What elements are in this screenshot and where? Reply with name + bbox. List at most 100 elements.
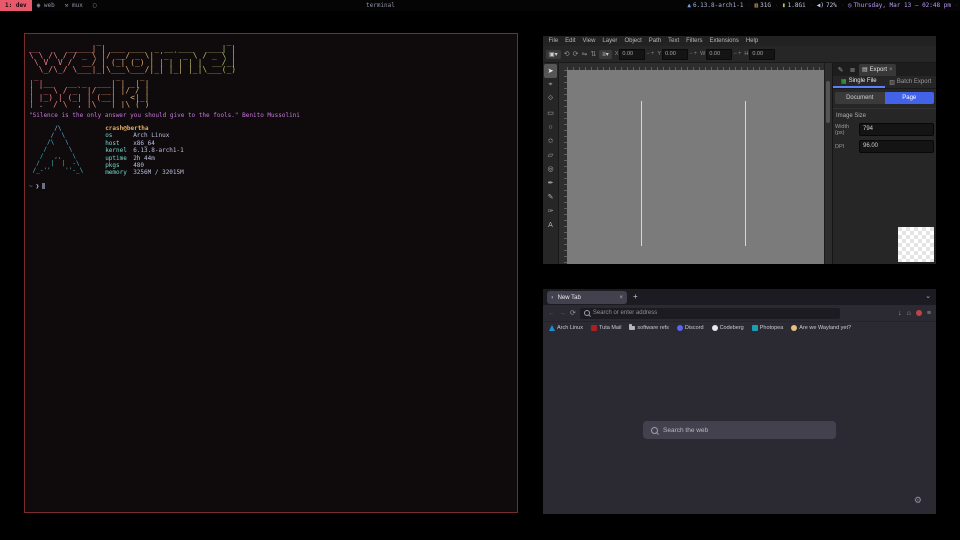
active-tab[interactable]: ◐ New Tab × <box>547 291 627 304</box>
export-dpi-input[interactable]: 96.00 <box>859 140 934 153</box>
menu-object[interactable]: Object <box>621 38 645 44</box>
spiral-tool-button[interactable]: ◎ <box>544 162 557 176</box>
rotate-cw-icon[interactable]: ⟳ <box>573 50 579 58</box>
bookmark-tuta-mail[interactable]: Tuta Mail <box>591 325 621 331</box>
export-tab-label: Export <box>870 67 887 73</box>
user-host: crash@bertha <box>105 125 184 132</box>
single-file-tab[interactable]: ▦ Single File <box>833 76 885 88</box>
text-tool-button[interactable]: A <box>544 218 557 232</box>
image-size-section-label: Image Size <box>833 108 936 121</box>
workspace-dev[interactable]: 1: dev <box>0 0 32 11</box>
volume-module[interactable]: ◀) 72% <box>817 2 837 9</box>
select-mode-dropdown[interactable]: ▣▾ <box>546 50 561 59</box>
ublock-extension-icon[interactable] <box>916 310 922 316</box>
home-button[interactable]: ⌂ <box>907 310 911 317</box>
separator: · <box>775 3 778 9</box>
kernel-module: ▲ 6.13.8-arch1-1 <box>687 2 743 9</box>
web-search-input[interactable]: Search the web <box>643 421 836 439</box>
search-icon <box>651 427 658 434</box>
plus-button[interactable]: + <box>651 51 655 57</box>
align-dropdown[interactable]: ≡▾ <box>599 50 612 59</box>
select-tool-button[interactable]: ➤ <box>544 64 557 78</box>
dpi-label: DPI <box>835 144 857 150</box>
bookmark-folder-software-refs[interactable]: software refs <box>629 325 668 331</box>
canvas-scrollbar[interactable] <box>824 63 832 264</box>
back-button[interactable]: ← <box>548 310 555 317</box>
pen-tool-button[interactable]: ✒ <box>544 176 557 190</box>
document-button[interactable]: Document <box>835 92 885 104</box>
edit-dialog-tab-icon[interactable]: ✎ <box>835 64 846 75</box>
shape-builder-tool-button[interactable]: ⟐ <box>544 92 557 106</box>
h-label: H <box>744 51 748 57</box>
page-button[interactable]: Page <box>885 92 935 104</box>
bookmark-photopea[interactable]: Photopea <box>752 325 784 331</box>
workspace-empty[interactable]: ▢ <box>88 0 102 11</box>
flip-horizontal-icon[interactable]: ⇋ <box>581 50 587 58</box>
fetch-label: memory <box>105 169 133 176</box>
menu-text[interactable]: Text <box>665 38 683 44</box>
export-dialog-tab[interactable]: ▤ Export × <box>859 64 896 76</box>
plus-button[interactable]: + <box>738 51 742 57</box>
menu-extensions[interactable]: Extensions <box>706 38 742 44</box>
batch-export-tab[interactable]: ▥ Batch Export <box>885 76 937 88</box>
minus-button[interactable]: − <box>733 51 737 57</box>
shell-prompt[interactable]: ~ ❯ <box>29 183 513 190</box>
terminal-window[interactable]: _ _ __ _____| | ___ ___ _ __ ___ ___| | … <box>24 33 518 513</box>
prompt-symbol: ❯ <box>36 183 40 190</box>
reload-button[interactable]: ⟳ <box>570 309 576 317</box>
bookmark-are-we-wayland-yet[interactable]: Are we Wayland yet? <box>791 325 851 331</box>
menu-view[interactable]: View <box>579 38 599 44</box>
new-tab-button[interactable]: + <box>633 292 638 301</box>
menu-layer[interactable]: Layer <box>599 38 621 44</box>
calligraphy-tool-button[interactable]: ✑ <box>544 204 557 218</box>
inkscape-canvas[interactable] <box>567 70 824 264</box>
h-input[interactable]: 0.00 <box>749 49 775 60</box>
workspace-web[interactable]: ◉ web <box>32 0 60 11</box>
new-tab-page: Search the web ⚙ <box>543 333 936 514</box>
plus-button[interactable]: + <box>694 51 698 57</box>
w-input[interactable]: 0.00 <box>706 49 732 60</box>
ellipse-tool-button[interactable]: ○ <box>544 120 557 134</box>
bookmark-discord[interactable]: Discord <box>677 325 704 331</box>
personalize-gear-icon[interactable]: ⚙ <box>914 495 922 506</box>
fetch-label: os <box>105 132 133 139</box>
page-border-left <box>641 101 642 246</box>
menu-edit[interactable]: Edit <box>562 38 579 44</box>
bookmark-arch-linux[interactable]: Arch Linux <box>549 325 583 331</box>
menu-hamburger-button[interactable]: ≡ <box>927 310 931 317</box>
rotate-ccw-icon[interactable]: ⟲ <box>564 50 570 58</box>
pencil-tool-button[interactable]: ✎ <box>544 190 557 204</box>
flip-vertical-icon[interactable]: ⇅ <box>590 50 596 58</box>
star-tool-button[interactable]: ✩ <box>544 134 557 148</box>
close-icon[interactable]: × <box>889 67 893 73</box>
quote-text: "Silence is the only answer you should g… <box>29 112 513 119</box>
x-input[interactable]: 0.00 <box>619 49 645 60</box>
menu-filters[interactable]: Filters <box>683 38 706 44</box>
y-input[interactable]: 0.00 <box>662 49 688 60</box>
layers-dialog-tab-icon[interactable]: ≣ <box>847 64 858 75</box>
node-tool-button[interactable]: ⌖ <box>544 78 557 92</box>
tab-close-icon[interactable]: × <box>619 295 623 301</box>
export-width-input[interactable]: 794 <box>859 123 934 136</box>
box3d-tool-button[interactable]: ▱ <box>544 148 557 162</box>
width-field: W 0.00 − + <box>700 49 741 60</box>
menu-path[interactable]: Path <box>645 38 664 44</box>
clock-icon: ◷ <box>848 2 852 9</box>
rectangle-tool-button[interactable]: ▭ <box>544 106 557 120</box>
downloads-button[interactable]: ↓ <box>898 310 902 317</box>
clock-module: ◷ Thursday, Mar 13 — 02:48 pm <box>848 2 951 9</box>
url-bar[interactable]: Search or enter address <box>580 308 840 319</box>
export-dialog-panel: ✎ ≣ ▤ Export × ▦ Single File ▥ Ba <box>832 63 936 264</box>
folder-icon <box>629 326 635 330</box>
fetch-value: 3256M / 32015M <box>133 169 184 176</box>
minus-button[interactable]: − <box>689 51 693 57</box>
bookmark-codeberg[interactable]: Codeberg <box>712 325 744 331</box>
workspace-mux[interactable]: ⚒ mux <box>60 0 88 11</box>
menu-file[interactable]: File <box>545 38 562 44</box>
browser-navbar: ← → ⟳ Search or enter address ↓ ⌂ ≡ <box>543 305 936 322</box>
minus-button[interactable]: − <box>646 51 650 57</box>
list-tabs-chevron-icon[interactable]: ⌄ <box>925 292 931 300</box>
scrollbar-thumb[interactable] <box>826 81 830 123</box>
forward-button[interactable]: → <box>559 310 566 317</box>
menu-help[interactable]: Help <box>742 38 761 44</box>
